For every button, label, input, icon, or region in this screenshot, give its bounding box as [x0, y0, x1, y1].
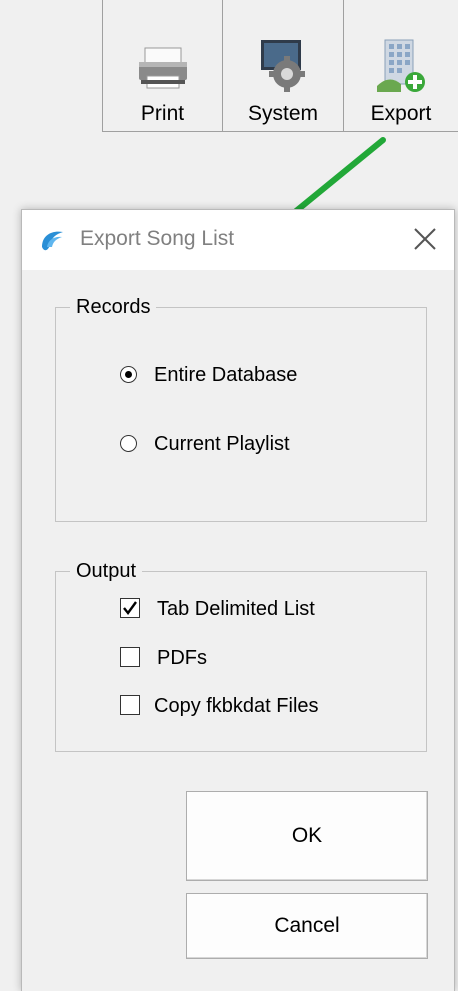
entire-database-radio[interactable] — [120, 366, 137, 383]
records-legend: Records — [76, 296, 151, 318]
current-playlist-radio[interactable] — [120, 435, 137, 452]
pdfs-checkbox[interactable] — [120, 647, 140, 667]
output-group: Output — [55, 560, 427, 752]
pdfs-label[interactable]: PDFs — [157, 647, 207, 670]
tab-delimited-list-checkbox[interactable] — [120, 598, 140, 618]
tab-delimited-list-label[interactable]: Tab Delimited List — [157, 598, 315, 621]
print-label: Print — [140, 102, 185, 125]
building-add-icon — [377, 39, 425, 92]
cancel-button[interactable]: Cancel — [186, 893, 428, 959]
app-logo-icon — [42, 231, 63, 251]
ok-button[interactable]: OK — [186, 791, 428, 881]
close-icon[interactable] — [412, 226, 438, 252]
print-button[interactable]: Print — [102, 0, 223, 132]
output-legend: Output — [76, 560, 137, 582]
gear-icon — [261, 40, 305, 92]
dialog-title: Export Song List — [80, 227, 235, 250]
dialog-titlebar[interactable]: Export Song List — [22, 210, 454, 270]
export-button[interactable]: Export — [343, 0, 458, 132]
current-playlist-label[interactable]: Current Playlist — [154, 433, 290, 456]
export-label: Export — [370, 102, 432, 125]
export-song-list-dialog: Export Song List Records Entire Database… — [21, 209, 455, 991]
toolbar: Print System Export — [0, 0, 458, 180]
checkmark-icon — [123, 601, 137, 615]
copy-fkbkdat-files-checkbox[interactable] — [120, 695, 140, 715]
records-group: Records — [55, 296, 427, 522]
system-button[interactable]: System — [222, 0, 344, 132]
printer-icon — [138, 47, 187, 89]
entire-database-label[interactable]: Entire Database — [154, 364, 297, 387]
copy-fkbkdat-files-label[interactable]: Copy fkbkdat Files — [154, 695, 319, 718]
system-label: System — [247, 102, 318, 125]
